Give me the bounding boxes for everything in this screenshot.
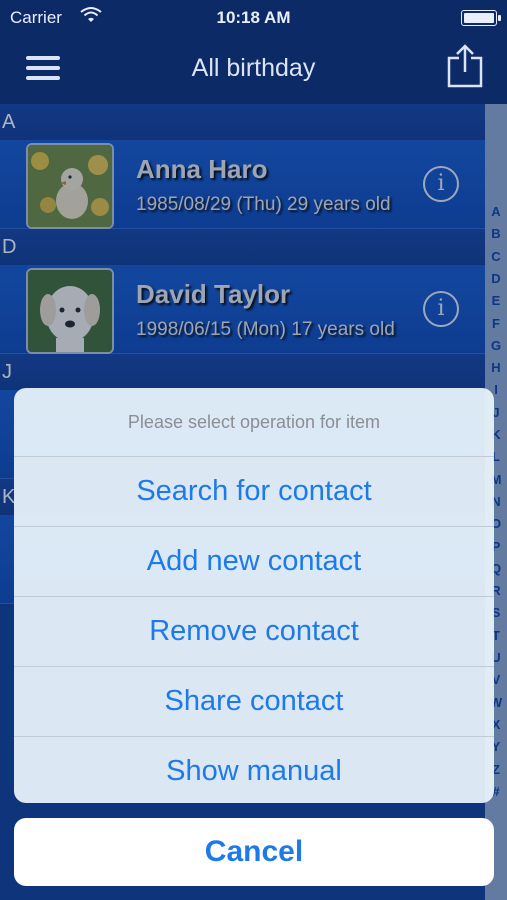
clock: 10:18 AM <box>216 8 291 27</box>
page-title: All birthday <box>191 54 316 82</box>
cancel-button[interactable]: Cancel <box>14 818 494 886</box>
show-manual-button[interactable]: Show manual <box>14 737 494 803</box>
add-contact-button[interactable]: Add new contact <box>14 527 494 597</box>
status-bar: Carrier 10:18 AM <box>0 0 507 36</box>
remove-contact-button[interactable]: Remove contact <box>14 597 494 667</box>
battery-icon <box>461 10 501 26</box>
share-contact-button[interactable]: Share contact <box>14 667 494 737</box>
action-sheet: Please select operation for item Search … <box>14 388 494 803</box>
search-contact-button[interactable]: Search for contact <box>14 457 494 527</box>
action-sheet-prompt: Please select operation for item <box>14 388 494 457</box>
share-icon[interactable] <box>447 44 483 88</box>
navigation-bar: All birthday <box>0 36 507 104</box>
